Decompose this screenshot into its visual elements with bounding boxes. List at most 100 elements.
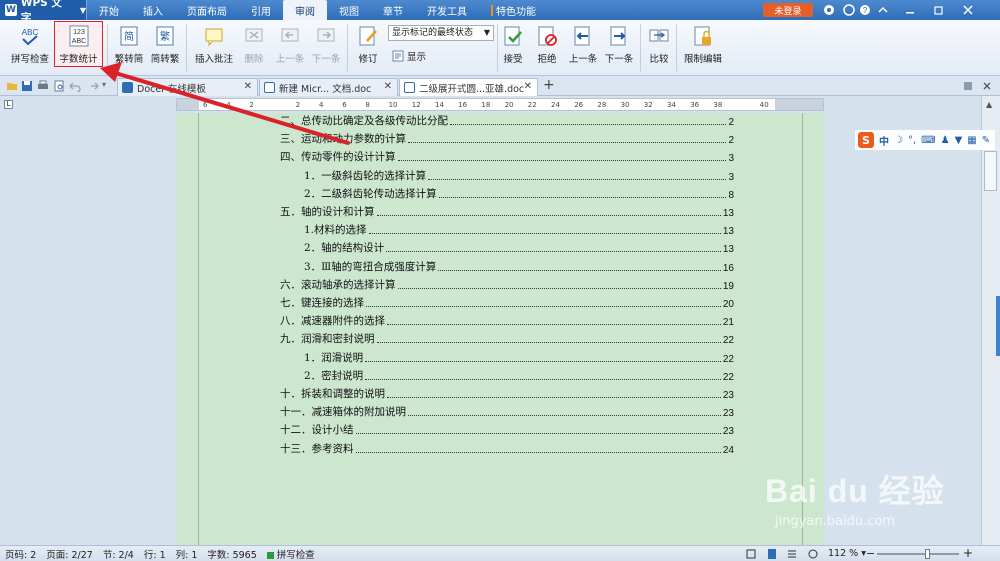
toc-entry[interactable]: 2．二级斜齿轮传动选择计算 8: [304, 186, 734, 201]
close-icon[interactable]: [962, 4, 974, 16]
toc-entry[interactable]: 九．润滑和密封说明 22: [280, 331, 734, 346]
minimize-icon[interactable]: [904, 4, 916, 16]
quick-access-more-icon[interactable]: ▾: [102, 80, 106, 89]
zoom-slider-thumb[interactable]: [924, 549, 930, 559]
tab-docer-templates[interactable]: Docer-在线模板 ✕: [117, 78, 258, 96]
toc-entry[interactable]: 八．减速器附件的选择 21: [280, 313, 734, 328]
horizontal-ruler[interactable]: 6 4 2 2 4 6 8 10 12 14 16 18 20 22 24 26 28 30 32 34 36 38 40: [176, 98, 824, 111]
page-view-icon[interactable]: [767, 549, 777, 559]
restrict-editing-button[interactable]: 限制编辑: [682, 22, 724, 74]
punctuation-icon[interactable]: °,: [908, 135, 916, 146]
close-tab-icon[interactable]: ✕: [244, 81, 252, 92]
status-section[interactable]: 节: 2/4: [98, 547, 139, 561]
markup-display-select[interactable]: 显示标记的最终状态 ▼: [388, 25, 494, 41]
menu-tab-view[interactable]: 视图: [327, 0, 371, 20]
skin-icon[interactable]: [823, 4, 835, 16]
save-icon[interactable]: [21, 80, 33, 92]
menu-tab-chapter[interactable]: 章节: [371, 0, 415, 20]
toc-entry[interactable]: 十三．参考资料 24: [280, 441, 734, 456]
undo-icon[interactable]: [69, 80, 81, 92]
zoom-in-icon[interactable]: +: [963, 546, 973, 560]
status-column[interactable]: 列: 1: [171, 547, 203, 561]
close-tab-icon[interactable]: ✕: [524, 81, 532, 92]
tab-new-document[interactable]: 新建 Micr... 文档.doc ✕: [259, 78, 398, 96]
chevron-up-icon[interactable]: [877, 4, 889, 16]
compare-button[interactable]: 比较: [645, 22, 673, 74]
scrollbar-thumb[interactable]: [984, 151, 997, 191]
next-change-button[interactable]: 下一条: [603, 22, 635, 74]
vertical-scrollbar[interactable]: ▲: [981, 96, 1000, 545]
web-view-icon[interactable]: [808, 549, 818, 559]
outline-view-icon[interactable]: [787, 549, 797, 559]
simplified-to-traditional-button[interactable]: 繁 简转繁: [148, 22, 182, 74]
zoom-out-icon[interactable]: −: [866, 547, 875, 560]
toc-entry[interactable]: 三、运动和动力参数的计算 2: [280, 131, 734, 146]
reject-change-button[interactable]: 拒绝: [533, 22, 561, 74]
new-tab-icon[interactable]: +: [543, 77, 555, 93]
keyboard-icon[interactable]: ⌨: [921, 135, 935, 146]
accept-change-button[interactable]: 接受: [499, 22, 527, 74]
wrench-icon[interactable]: ✎: [982, 135, 990, 146]
menu-tab-review[interactable]: 审阅: [283, 0, 327, 20]
toc-entry[interactable]: 十．拆装和调整的说明 23: [280, 386, 734, 401]
toc-entry[interactable]: 3．Ⅲ轴的弯扭合成强度计算 16: [304, 259, 734, 274]
spell-check-button[interactable]: ABC 拼写检查: [6, 22, 54, 74]
app-menu-button[interactable]: W WPS 文字 ▼: [0, 0, 87, 24]
toc-entry[interactable]: 1．一级斜齿轮的选择计算 3: [304, 168, 734, 183]
menu-tab-developer[interactable]: 开发工具: [415, 0, 479, 20]
grid-icon[interactable]: ▦: [967, 135, 976, 146]
print-preview-icon[interactable]: [53, 80, 65, 92]
toc-entry[interactable]: 七．键连接的选择 20: [280, 295, 734, 310]
toc-entry[interactable]: 五．轴的设计和计算 13: [280, 204, 734, 219]
tab-active-document[interactable]: 二级展开式圆...亚雄.doc ✕: [399, 78, 538, 96]
word-count-button[interactable]: 123 ABC 字数统计: [54, 21, 103, 67]
status-page-number[interactable]: 页码: 2: [0, 547, 41, 561]
toc-entry[interactable]: 2．轴的结构设计 13: [304, 240, 734, 255]
toc-entry[interactable]: 1．润滑说明 22: [304, 350, 734, 365]
scroll-up-icon[interactable]: ▲: [986, 100, 992, 109]
next-comment-button[interactable]: 下一条: [310, 22, 342, 74]
side-panel-tab[interactable]: [996, 296, 1000, 356]
zoom-slider-track[interactable]: [877, 553, 959, 555]
status-row[interactable]: 行: 1: [139, 547, 171, 561]
user-icon[interactable]: ♟: [941, 135, 950, 146]
toc-entry[interactable]: 六．滚动轴承的选择计算 19: [280, 277, 734, 292]
tab-close-all-icon[interactable]: [981, 80, 993, 92]
status-spell-check[interactable]: 拼写检查: [262, 547, 320, 561]
tab-stop-selector-icon[interactable]: L: [4, 100, 13, 109]
tab-options-icon[interactable]: [962, 80, 974, 92]
document-canvas[interactable]: 二、总传动比确定及各级传动比分配 2 三、运动和动力参数的计算 2 四、传动零件的设计计…: [0, 113, 981, 545]
ime-language[interactable]: 中: [879, 133, 889, 148]
moon-icon[interactable]: ☽: [894, 135, 903, 146]
menu-tab-page-layout[interactable]: 页面布局: [175, 0, 239, 20]
show-markup-button[interactable]: 显示: [392, 49, 426, 63]
toc-entry[interactable]: 四、传动零件的设计计算 3: [280, 149, 734, 164]
help-icon[interactable]: ?: [859, 4, 871, 16]
status-word-count[interactable]: 字数: 5965: [202, 547, 261, 561]
toc-entry[interactable]: 二、总传动比确定及各级传动比分配 2: [280, 113, 734, 128]
toc-entry[interactable]: 2．密封说明 22: [304, 368, 734, 383]
menu-tab-references[interactable]: 引用: [239, 0, 283, 20]
sogou-ime-toolbar[interactable]: S 中 ☽ °, ⌨ ♟ ▼ ▦ ✎: [855, 130, 995, 150]
open-folder-icon[interactable]: [6, 80, 18, 92]
menu-tab-insert[interactable]: 插入: [131, 0, 175, 20]
toc-entry[interactable]: 十二．设计小结 23: [280, 422, 734, 437]
toc-entry[interactable]: 1.材料的选择 13: [304, 222, 734, 237]
skin-shirt-icon[interactable]: ▼: [955, 135, 963, 146]
feedback-icon[interactable]: [843, 4, 855, 16]
toc-entry[interactable]: 十一．减速箱体的附加说明 23: [280, 404, 734, 419]
menu-tab-home[interactable]: 开始: [87, 0, 131, 20]
traditional-to-simplified-button[interactable]: 简 繁转简: [112, 22, 146, 74]
full-screen-icon[interactable]: [746, 549, 756, 559]
previous-change-button[interactable]: 上一条: [567, 22, 599, 74]
print-icon[interactable]: [37, 80, 49, 92]
track-changes-button[interactable]: 修订: [352, 22, 384, 74]
restore-icon[interactable]: [933, 4, 945, 16]
prev-comment-button[interactable]: 上一条: [274, 22, 306, 74]
login-button[interactable]: 未登录: [763, 3, 813, 17]
redo-icon[interactable]: [87, 80, 99, 92]
insert-comment-button[interactable]: 插入批注: [193, 22, 235, 74]
menu-tab-special[interactable]: 特色功能: [479, 0, 548, 20]
close-tab-icon[interactable]: ✕: [384, 81, 392, 92]
status-pages[interactable]: 页面: 2/27: [41, 547, 98, 561]
